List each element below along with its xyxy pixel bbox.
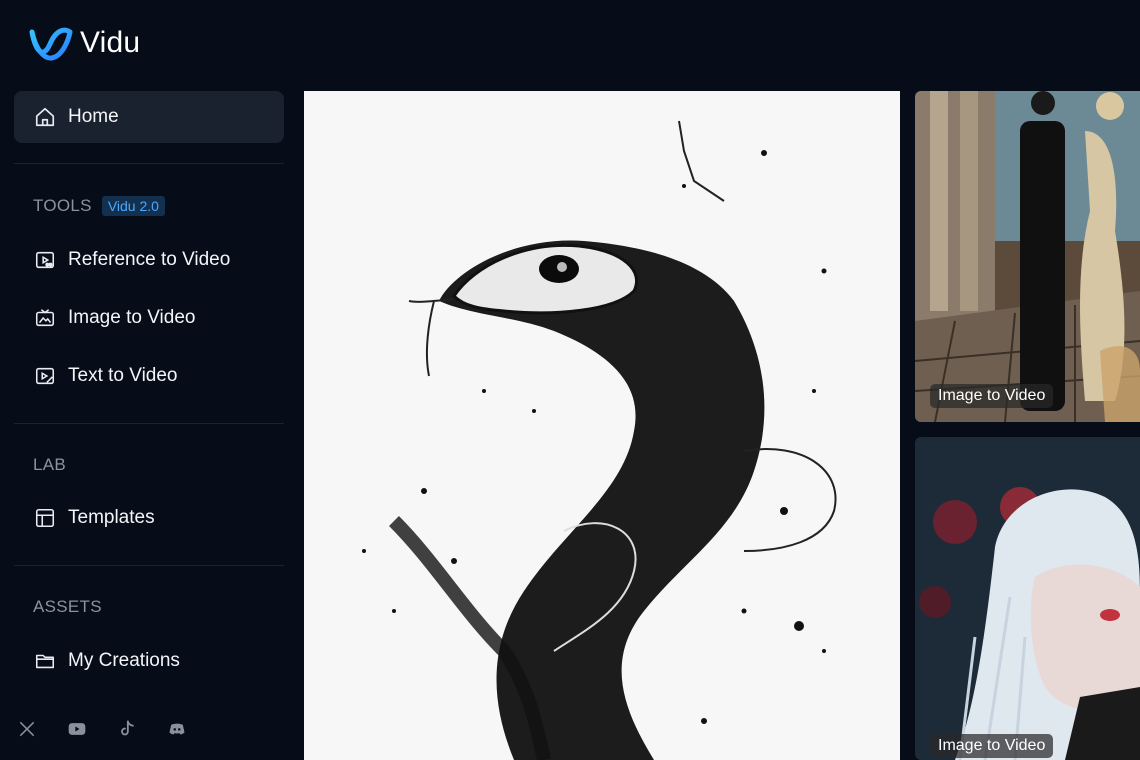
logo[interactable]: Vidu: [28, 24, 140, 62]
couple-ballroom-image: [915, 91, 1140, 422]
sidebar-item-label: Reference to Video: [68, 249, 231, 270]
image-video-icon: [34, 307, 56, 329]
sidebar-item-text-to-video[interactable]: Text to Video: [14, 350, 284, 402]
gallery-card-featured[interactable]: [304, 91, 900, 760]
section-assets: ASSETS: [33, 597, 102, 617]
sidebar-item-home[interactable]: Home: [14, 91, 284, 143]
section-lab: LAB: [33, 455, 66, 475]
section-title: TOOLS: [33, 196, 92, 215]
card-tag: Image to Video: [930, 384, 1054, 408]
divider: [14, 423, 284, 424]
folder-icon: [34, 650, 56, 672]
sidebar-item-label: Home: [68, 106, 119, 127]
sidebar-item-label: Text to Video: [68, 365, 178, 386]
section-title: LAB: [33, 455, 67, 474]
tiktok-icon[interactable]: [114, 716, 140, 742]
card-tag: Image to Video: [930, 734, 1054, 758]
sidebar-item-image-to-video[interactable]: Image to Video: [14, 292, 284, 344]
sidebar-item-label: Image to Video: [68, 307, 196, 328]
vidu-logo-icon: [29, 27, 73, 61]
section-title: ASSETS: [33, 597, 102, 616]
reference-video-icon: [34, 249, 56, 271]
x-icon[interactable]: [14, 716, 40, 742]
top-bar: Vidu: [0, 0, 1140, 90]
sidebar-item-reference-to-video[interactable]: Reference to Video: [14, 234, 284, 286]
sidebar-item-label: My Creations: [68, 650, 180, 671]
gallery-card-2[interactable]: Image to Video: [915, 437, 1140, 760]
home-icon: [34, 106, 56, 128]
snake-artwork-image: [304, 91, 900, 760]
discord-icon[interactable]: [164, 716, 190, 742]
sidebar-item-templates[interactable]: Templates: [14, 492, 284, 544]
section-tools: TOOLS Vidu 2.0: [33, 196, 165, 216]
sidebar: Home TOOLS Vidu 2.0 Reference to Video I…: [0, 90, 300, 760]
gallery-card-1[interactable]: Image to Video: [915, 91, 1140, 422]
youtube-icon[interactable]: [64, 716, 90, 742]
divider: [14, 163, 284, 164]
divider: [14, 565, 284, 566]
anime-elf-girl-image: [915, 437, 1140, 760]
sidebar-item-label: Templates: [68, 507, 155, 528]
templates-icon: [34, 507, 56, 529]
version-badge: Vidu 2.0: [101, 196, 165, 216]
sidebar-item-my-creations[interactable]: My Creations: [14, 635, 284, 687]
app-name: Vidu: [80, 26, 141, 59]
social-links: [14, 716, 190, 742]
text-video-icon: [34, 365, 56, 387]
